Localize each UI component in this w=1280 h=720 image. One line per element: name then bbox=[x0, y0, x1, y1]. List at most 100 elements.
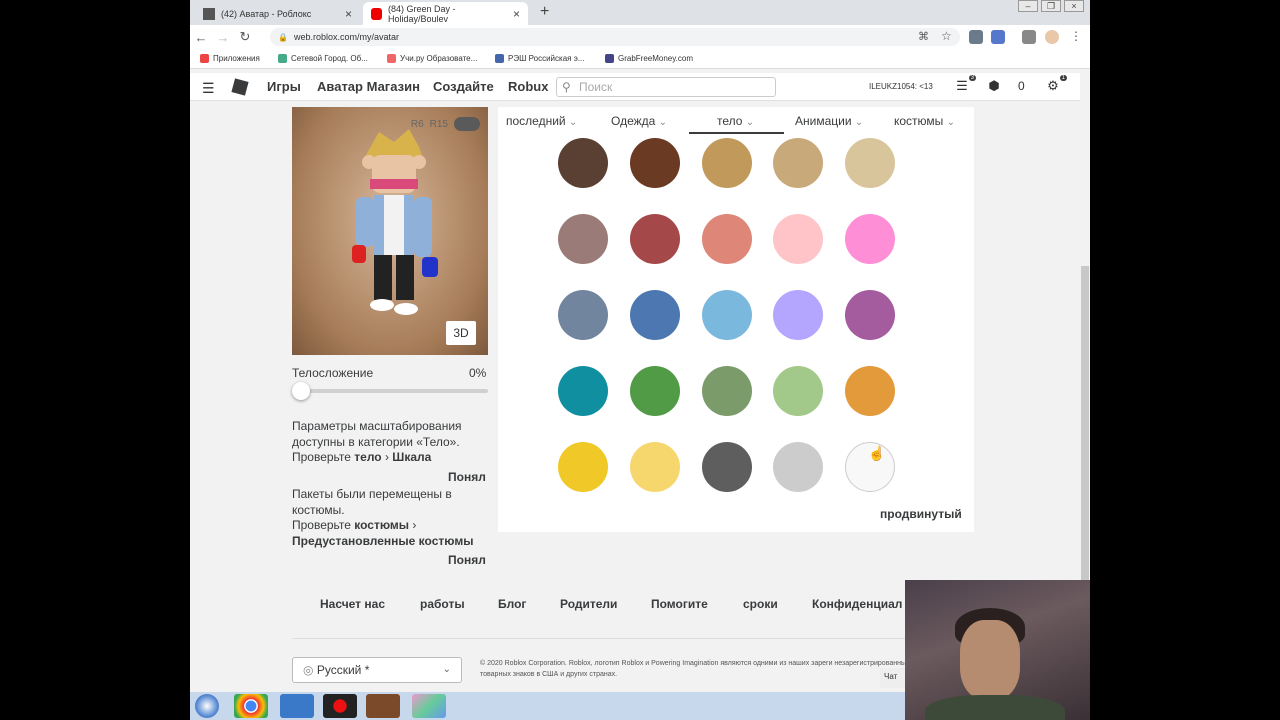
notification-badge: 3 bbox=[968, 75, 976, 81]
advanced-button[interactable]: продвинутый bbox=[880, 507, 962, 521]
customize-panel: последний ⌄ Одежда ⌄ тело ⌄ Анимации ⌄ к… bbox=[498, 107, 974, 532]
skin-color-swatch[interactable] bbox=[773, 138, 823, 188]
url-text: web.roblox.com/my/avatar bbox=[293, 32, 400, 42]
extension-icon[interactable] bbox=[969, 30, 983, 44]
nav-avatar-shop[interactable]: Аватар Магазин bbox=[317, 79, 420, 94]
bookmarks-bar: Приложения Сетевой Город. Об... Учи.ру О… bbox=[190, 49, 1090, 69]
tab-costumes[interactable]: костюмы ⌄ bbox=[894, 114, 955, 128]
skin-color-swatch[interactable] bbox=[845, 138, 895, 188]
bookmark-apps[interactable]: Приложения bbox=[200, 54, 260, 63]
link-scale[interactable]: Шкала bbox=[392, 450, 431, 464]
robux-icon[interactable]: ⬢ bbox=[985, 78, 1003, 96]
skin-color-swatch[interactable] bbox=[630, 366, 680, 416]
bookmark-item[interactable]: Учи.ру Образовате... bbox=[387, 54, 477, 63]
bookmark-item[interactable]: Сетевой Город. Об... bbox=[278, 54, 368, 63]
tab-youtube[interactable]: (84) Green Day - Holiday/Boulev × bbox=[363, 2, 528, 25]
language-value: Русский * bbox=[316, 663, 370, 677]
skin-color-swatch[interactable] bbox=[630, 214, 680, 264]
slider-knob[interactable] bbox=[292, 382, 310, 400]
skin-color-swatch[interactable] bbox=[702, 290, 752, 340]
tab-roblox[interactable]: (42) Аватар - Роблокс × bbox=[195, 2, 360, 25]
tab-title: (84) Green Day - Holiday/Boulev bbox=[387, 3, 456, 24]
extension-icon[interactable] bbox=[991, 30, 1005, 44]
minimize-icon[interactable]: – bbox=[1018, 0, 1038, 12]
skin-color-swatch[interactable] bbox=[845, 214, 895, 264]
username[interactable]: ILEUKZ1054: <13 bbox=[869, 82, 933, 91]
skin-color-swatch[interactable] bbox=[702, 366, 752, 416]
tab-clothing[interactable]: Одежда ⌄ bbox=[611, 114, 667, 128]
menu-dots-icon[interactable]: ⋮ bbox=[1070, 29, 1082, 43]
bookmark-item[interactable]: GrabFreeMoney.com bbox=[605, 54, 693, 63]
notifications-icon[interactable]: ☰ 3 bbox=[953, 75, 976, 96]
got-it-button[interactable]: Понял bbox=[448, 553, 486, 567]
reload-icon[interactable]: ↻ bbox=[234, 29, 256, 45]
tab-body[interactable]: тело ⌄ bbox=[717, 114, 754, 128]
new-tab-icon[interactable]: + bbox=[540, 3, 549, 21]
settings-gear-icon[interactable]: ⚙ 1 bbox=[1044, 75, 1067, 96]
skin-color-swatch[interactable] bbox=[558, 442, 608, 492]
tab-recent[interactable]: последний ⌄ bbox=[506, 114, 577, 128]
build-value: 0% bbox=[469, 366, 487, 380]
skin-color-swatch[interactable] bbox=[773, 214, 823, 264]
game-taskbar-icon[interactable] bbox=[366, 694, 400, 718]
footer-link-about[interactable]: Насчет нас bbox=[320, 597, 385, 611]
paint-taskbar-icon[interactable] bbox=[412, 694, 446, 718]
profile-avatar-icon[interactable] bbox=[1045, 30, 1059, 44]
link-body[interactable]: тело bbox=[354, 450, 381, 464]
tab-animations[interactable]: Анимации ⌄ bbox=[795, 114, 863, 128]
language-select[interactable]: ◎ Русский * ⌄ bbox=[292, 657, 462, 683]
lock-icon: 🔒 bbox=[278, 32, 288, 42]
skin-color-swatch[interactable] bbox=[558, 214, 608, 264]
link-costumes[interactable]: костюмы bbox=[354, 518, 409, 532]
toggle-switch[interactable] bbox=[454, 117, 480, 131]
bookmark-item[interactable]: РЭШ Российская э... bbox=[495, 54, 584, 63]
footer-link-help[interactable]: Помогите bbox=[651, 597, 708, 611]
nav-create[interactable]: Создайте bbox=[433, 79, 494, 94]
search-icon: ⚲ bbox=[562, 80, 571, 94]
nav-robux[interactable]: Robux bbox=[508, 79, 548, 94]
skin-color-swatch[interactable] bbox=[702, 138, 752, 188]
back-icon[interactable]: ← bbox=[190, 30, 212, 45]
nav-games[interactable]: Игры bbox=[267, 79, 301, 94]
footer-link-blog[interactable]: Блог bbox=[498, 597, 526, 611]
build-slider[interactable] bbox=[292, 382, 488, 400]
skin-color-swatch[interactable] bbox=[773, 366, 823, 416]
close-tab-icon[interactable]: × bbox=[345, 7, 352, 21]
footer-link-terms[interactable]: сроки bbox=[743, 597, 778, 611]
skin-color-swatch[interactable] bbox=[845, 366, 895, 416]
url-field[interactable]: 🔒 web.roblox.com/my/avatar bbox=[270, 28, 960, 46]
skin-color-swatch[interactable] bbox=[630, 290, 680, 340]
media-icon[interactable] bbox=[1022, 30, 1036, 44]
skin-color-swatch[interactable] bbox=[558, 138, 608, 188]
skin-color-swatch[interactable] bbox=[773, 290, 823, 340]
skin-color-swatch[interactable] bbox=[845, 290, 895, 340]
skin-color-swatch[interactable] bbox=[702, 214, 752, 264]
link-preset-costumes[interactable]: Предустановленные костюмы bbox=[292, 534, 473, 548]
avatar-preview[interactable]: R6 R15 3D bbox=[292, 107, 488, 355]
close-tab-icon[interactable]: × bbox=[513, 7, 520, 21]
got-it-button[interactable]: Понял bbox=[448, 470, 486, 484]
footer-link-parents[interactable]: Родители bbox=[560, 597, 617, 611]
skin-color-swatch[interactable] bbox=[558, 290, 608, 340]
translate-icon[interactable]: ⌘ bbox=[918, 30, 929, 43]
chrome-taskbar-icon[interactable] bbox=[234, 694, 268, 718]
record-taskbar-icon[interactable] bbox=[323, 694, 357, 718]
skin-color-swatch[interactable] bbox=[630, 442, 680, 492]
skin-color-swatch[interactable] bbox=[558, 366, 608, 416]
skin-color-swatch[interactable] bbox=[702, 442, 752, 492]
search-input[interactable]: ⚲ Поиск bbox=[556, 77, 776, 97]
footer-link-jobs[interactable]: работы bbox=[420, 597, 465, 611]
app-taskbar-icon[interactable] bbox=[280, 694, 314, 718]
roblox-header: ☰ Игры Аватар Магазин Создайте Robux ⚲ П… bbox=[190, 73, 1083, 101]
close-window-icon[interactable]: × bbox=[1064, 0, 1084, 12]
bookmark-star-icon[interactable]: ☆ bbox=[941, 29, 952, 43]
hamburger-menu-icon[interactable]: ☰ bbox=[202, 80, 215, 97]
roblox-logo-icon[interactable] bbox=[231, 78, 249, 96]
forward-icon[interactable]: → bbox=[212, 30, 234, 45]
footer-link-privacy[interactable]: Конфиденциал bbox=[812, 597, 902, 611]
restore-icon[interactable]: ❐ bbox=[1041, 0, 1061, 12]
skin-color-swatch[interactable] bbox=[630, 138, 680, 188]
view-3d-button[interactable]: 3D bbox=[446, 321, 476, 345]
start-button-icon[interactable] bbox=[195, 694, 219, 718]
skin-color-swatch[interactable] bbox=[773, 442, 823, 492]
